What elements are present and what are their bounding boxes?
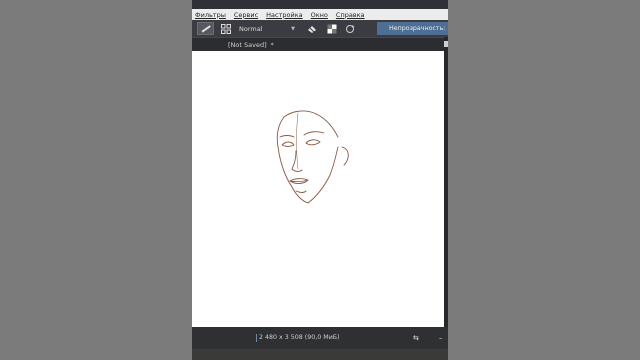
blend-mode-value: Normal: [239, 24, 263, 33]
eraser-icon[interactable]: [306, 22, 318, 35]
status-bar: 2 480 x 3 508 (90,0 МиБ) ⇆ –: [192, 327, 448, 349]
document-tab[interactable]: [Not Saved] *: [228, 40, 274, 50]
bottom-strip: [192, 349, 448, 360]
brow-left: [279, 135, 295, 138]
wrap-around-icon[interactable]: [344, 22, 356, 35]
menu-window[interactable]: Окно: [311, 11, 328, 19]
eye-right: [305, 139, 321, 146]
chin: [295, 190, 307, 193]
menu-settings[interactable]: Настройка: [266, 11, 302, 19]
krita-window: Фильтры Сервис Настройка Окно Справка No…: [192, 0, 448, 360]
eye-left: [281, 141, 295, 147]
grid-icon[interactable]: [220, 22, 232, 35]
menu-tools[interactable]: Сервис: [234, 11, 258, 19]
brow-right: [303, 131, 325, 136]
hairline: [283, 110, 339, 138]
alpha-lock-icon[interactable]: [326, 22, 338, 35]
guide-line: [296, 112, 299, 170]
menu-filters[interactable]: Фильтры: [195, 11, 226, 19]
status-divider: [256, 334, 257, 342]
menubar: Фильтры Сервис Настройка Окно Справка: [192, 9, 448, 20]
brush-preset-icon[interactable]: [197, 22, 214, 35]
vertical-scrollbar[interactable]: [444, 37, 448, 327]
face-sketch: [276, 110, 349, 204]
scroll-up-arrow-icon[interactable]: [444, 41, 448, 47]
ear: [341, 146, 349, 166]
document-title: [Not Saved]: [228, 41, 267, 49]
document-tab-bar: [Not Saved] *: [192, 37, 448, 51]
document-modified-marker: *: [270, 41, 274, 49]
face-outline-left: [276, 116, 309, 204]
drawing-canvas[interactable]: [192, 51, 444, 327]
opacity-slider[interactable]: Непрозрачность: 1: [377, 22, 448, 35]
tool-options-bar: Normal ▼ Непрозрачность: 1: [192, 20, 448, 37]
rotate-arrows-icon[interactable]: ⇆: [413, 334, 419, 342]
zoom-out-icon[interactable]: –: [439, 334, 443, 342]
blend-mode-select[interactable]: Normal ▼: [236, 23, 298, 35]
menu-help[interactable]: Справка: [336, 11, 365, 19]
face-outline-right: [307, 146, 339, 204]
lip-line: [289, 179, 309, 183]
image-size-info: 2 480 x 3 508 (90,0 МиБ): [259, 334, 340, 341]
chevron-down-icon: ▼: [291, 25, 295, 32]
